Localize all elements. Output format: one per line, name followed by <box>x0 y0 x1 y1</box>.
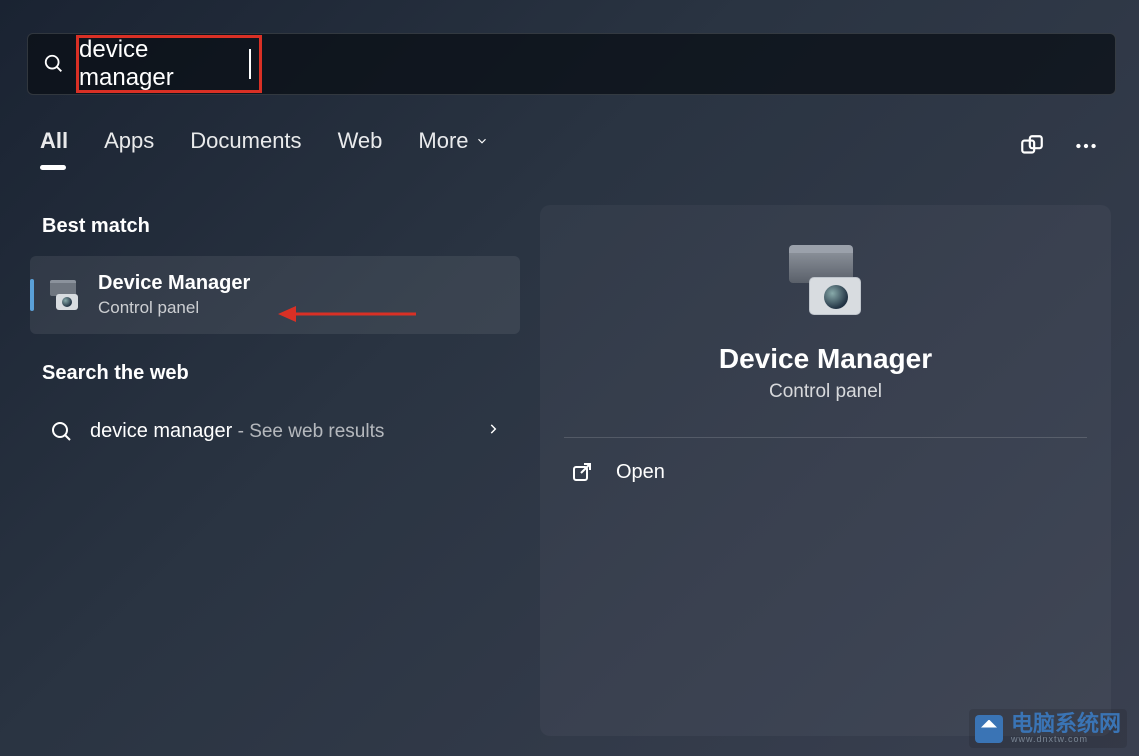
chevron-right-icon <box>486 419 500 444</box>
open-action[interactable]: Open <box>564 438 1087 506</box>
tab-more-label: More <box>418 128 468 154</box>
open-external-icon <box>570 460 594 484</box>
results-area: Best match Device Manager Control panel … <box>30 205 1111 736</box>
window-switch-icon[interactable] <box>1019 133 1045 159</box>
result-text: Device Manager Control panel <box>98 272 250 318</box>
text-cursor <box>249 49 251 79</box>
web-result-text: device manager - See web results <box>90 420 384 443</box>
device-manager-icon-large <box>781 245 871 315</box>
more-options-icon[interactable] <box>1073 133 1099 159</box>
search-icon <box>50 420 74 444</box>
result-subtitle: Control panel <box>98 298 250 318</box>
preview-subtitle: Control panel <box>769 381 882 403</box>
watermark-logo-icon <box>975 715 1003 743</box>
preview-pane: Device Manager Control panel Open <box>540 205 1111 736</box>
tab-web[interactable]: Web <box>338 128 383 164</box>
search-input[interactable]: device manager <box>79 36 249 92</box>
watermark: 电脑系统网 www.dnxtw.com <box>969 709 1127 748</box>
chevron-down-icon <box>475 134 489 148</box>
web-result-query: device manager <box>90 420 232 442</box>
web-search-result[interactable]: device manager - See web results <box>30 403 520 460</box>
search-icon <box>40 50 68 78</box>
section-best-match: Best match <box>42 215 520 238</box>
tab-documents[interactable]: Documents <box>190 128 301 164</box>
results-list: Best match Device Manager Control panel … <box>30 205 520 736</box>
tab-more[interactable]: More <box>418 128 488 164</box>
section-search-web: Search the web <box>42 362 520 385</box>
preview-title: Device Manager <box>719 343 932 375</box>
device-manager-icon <box>46 277 82 313</box>
watermark-text: 电脑系统网 <box>1011 713 1121 735</box>
best-match-result[interactable]: Device Manager Control panel <box>30 256 520 334</box>
watermark-url: www.dnxtw.com <box>1011 735 1121 744</box>
open-label: Open <box>616 461 665 484</box>
result-title: Device Manager <box>98 272 250 295</box>
tab-all[interactable]: All <box>40 128 68 164</box>
web-result-hint: - See web results <box>232 421 384 442</box>
search-bar[interactable]: device manager <box>27 33 1116 95</box>
search-highlight-annotation: device manager <box>76 35 262 93</box>
filter-tabs: All Apps Documents Web More <box>40 128 1099 164</box>
tab-apps[interactable]: Apps <box>104 128 154 164</box>
